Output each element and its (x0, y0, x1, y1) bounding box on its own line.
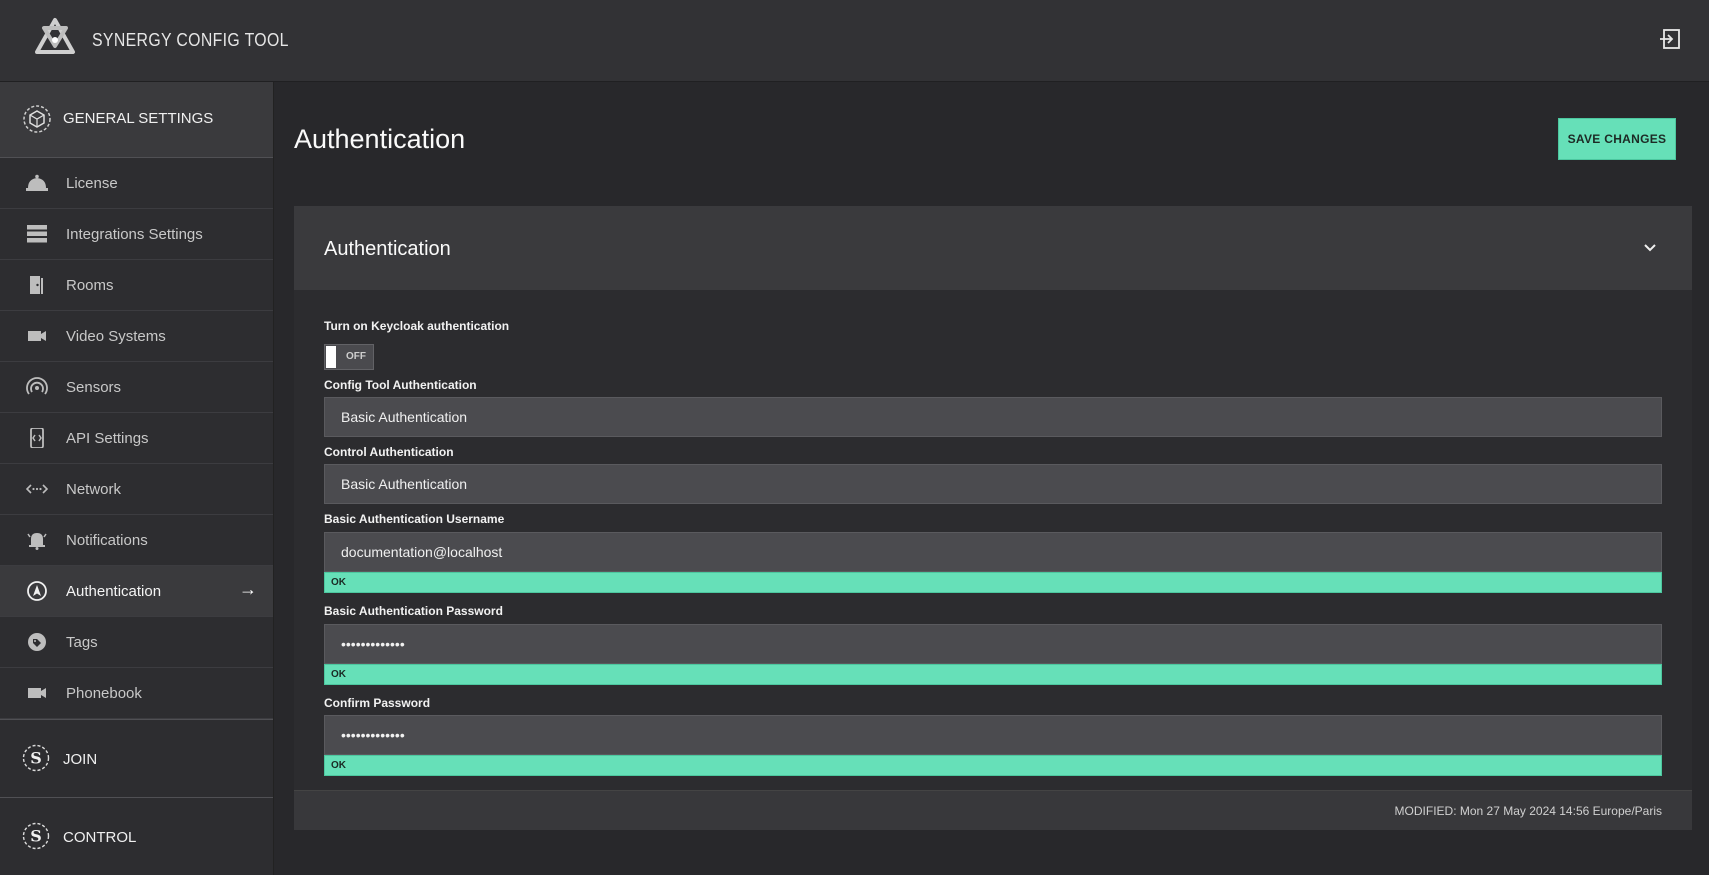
toggle-knob (326, 346, 336, 368)
username-label: Basic Authentication Username (324, 512, 505, 526)
synergy-logo-icon (35, 18, 75, 54)
synergy-s-icon: S (22, 744, 50, 772)
api-icon (30, 428, 44, 448)
sidebar-item-sensors[interactable]: Sensors (0, 362, 273, 413)
server-icon (27, 225, 47, 243)
camera-icon (28, 688, 46, 698)
sidebar-section-general-settings[interactable]: GENERAL SETTINGS (0, 82, 273, 158)
username-input[interactable]: documentation@localhost (324, 532, 1662, 572)
sidebar-item-license[interactable]: License (0, 158, 273, 209)
sidebar-item-api-settings[interactable]: API Settings (0, 413, 273, 464)
sidebar-item-rooms[interactable]: Rooms (0, 260, 273, 311)
config-auth-select[interactable]: Basic Authentication (324, 397, 1662, 437)
sidebar-item-tags[interactable]: Tags (0, 617, 273, 668)
sidebar: GENERAL SETTINGS License Integrations Se… (0, 82, 274, 875)
card-footer: MODIFIED: Mon 27 May 2024 14:56 Europe/P… (294, 790, 1692, 830)
svg-text:S: S (30, 749, 42, 768)
sidebar-item-phonebook[interactable]: Phonebook (0, 668, 273, 719)
sidebar-item-label: License (66, 175, 118, 192)
sidebar-item-authentication[interactable]: Authentication → (0, 566, 273, 617)
modified-timestamp: MODIFIED: Mon 27 May 2024 14:56 Europe/P… (1394, 804, 1662, 818)
app-title: SYNERGY CONFIG TOOL (92, 30, 289, 50)
sidebar-section-label: GENERAL SETTINGS (63, 110, 214, 127)
sidebar-section-label: CONTROL (63, 829, 137, 846)
sensor-icon (26, 377, 48, 395)
password-input[interactable]: ••••••••••••• (324, 624, 1662, 664)
sidebar-item-label: Authentication (66, 583, 162, 600)
sidebar-item-network[interactable]: Network (0, 464, 273, 515)
camera-icon (28, 331, 46, 341)
compass-icon (27, 581, 47, 601)
door-icon (30, 276, 43, 294)
confirm-password-status: OK (324, 755, 1662, 776)
top-bar: SYNERGY CONFIG TOOL (0, 0, 1709, 82)
sidebar-item-label: Rooms (66, 277, 114, 294)
sidebar-item-label: Network (66, 481, 122, 498)
page-title: Authentication (294, 124, 466, 154)
sidebar-item-label: API Settings (66, 430, 149, 447)
control-auth-select[interactable]: Basic Authentication (324, 464, 1662, 504)
control-auth-label: Control Authentication (324, 445, 454, 459)
sidebar-item-label: Notifications (66, 532, 148, 549)
sidebar-section-join[interactable]: S JOIN (0, 719, 273, 797)
sidebar-item-video-systems[interactable]: Video Systems (0, 311, 273, 362)
password-status: OK (324, 664, 1662, 685)
save-changes-button[interactable]: SAVE CHANGES (1558, 118, 1676, 160)
active-arrow-icon: → (239, 579, 257, 599)
toggle-state: OFF (346, 351, 366, 362)
logout-icon[interactable] (1659, 28, 1681, 50)
confirm-password-input[interactable]: ••••••••••••• (324, 715, 1662, 755)
password-label: Basic Authentication Password (324, 604, 503, 618)
sidebar-item-notifications[interactable]: Notifications (0, 515, 273, 566)
config-auth-label: Config Tool Authentication (324, 378, 477, 392)
sidebar-item-label: Sensors (66, 379, 122, 396)
sidebar-item-label: Phonebook (66, 685, 142, 702)
tag-icon (28, 633, 46, 651)
alarm-icon (27, 533, 47, 550)
sidebar-item-integrations-settings[interactable]: Integrations Settings (0, 209, 273, 260)
chevron-down-icon[interactable] (1642, 240, 1658, 256)
keycloak-toggle[interactable]: OFF (324, 344, 374, 370)
synergy-s-icon: S (22, 822, 50, 850)
sidebar-section-label: JOIN (63, 751, 98, 768)
gear-cube-icon (23, 105, 51, 133)
card-header[interactable]: Authentication (294, 206, 1692, 290)
card-title: Authentication (324, 238, 451, 260)
sidebar-item-label: Integrations Settings (66, 226, 203, 243)
keycloak-label: Turn on Keycloak authentication (324, 319, 510, 333)
svg-text:S: S (30, 827, 42, 846)
sidebar-section-control[interactable]: S CONTROL (0, 797, 273, 875)
authentication-card: Authentication Turn on Keycloak authenti… (294, 206, 1692, 830)
sidebar-item-label: Video Systems (66, 328, 166, 345)
network-icon (26, 484, 48, 494)
bell-icon (26, 174, 48, 191)
sidebar-item-label: Tags (66, 634, 98, 651)
username-status: OK (324, 572, 1662, 593)
confirm-password-label: Confirm Password (324, 696, 431, 710)
